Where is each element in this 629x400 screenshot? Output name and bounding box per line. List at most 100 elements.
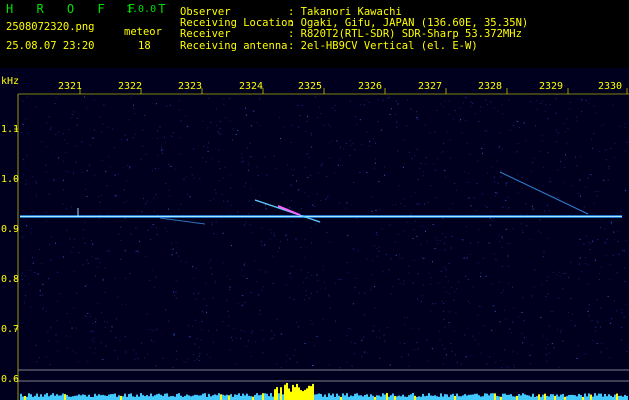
power-bar [46, 393, 48, 400]
noise-dot [439, 330, 441, 332]
noise-dot [329, 241, 331, 243]
noise-dot [275, 167, 277, 169]
noise-dot [372, 260, 374, 262]
power-bar [290, 391, 292, 400]
noise-dot [102, 123, 104, 125]
noise-dot [114, 174, 116, 176]
noise-dot [411, 158, 413, 160]
noise-dot [490, 102, 492, 103]
noise-dot [45, 164, 47, 166]
noise-dot [340, 278, 342, 280]
power-bar [120, 395, 122, 400]
noise-dot [104, 267, 106, 269]
power-bar [390, 395, 392, 400]
noise-dot [361, 339, 363, 341]
noise-dot [501, 206, 503, 208]
noise-dot [115, 337, 117, 338]
noise-dot [349, 139, 351, 141]
power-bar [356, 393, 358, 400]
noise-dot [252, 330, 253, 332]
noise-dot [97, 258, 99, 260]
noise-dot [350, 341, 352, 343]
noise-dot [556, 197, 558, 199]
noise-dot [487, 172, 489, 174]
noise-dot [161, 149, 163, 151]
noise-dot [610, 322, 612, 324]
noise-dot [216, 125, 218, 127]
noise-dot [244, 223, 246, 225]
noise-dot [116, 195, 118, 197]
noise-dot [71, 206, 73, 208]
noise-dot [45, 356, 47, 358]
noise-dot [504, 309, 505, 311]
noise-dot [300, 269, 302, 271]
noise-dot [501, 292, 503, 294]
noise-dot [379, 337, 381, 339]
noise-dot [513, 307, 515, 309]
noise-dot [548, 181, 550, 183]
noise-dot [354, 149, 356, 151]
noise-dot [26, 225, 28, 227]
noise-dot [522, 342, 524, 344]
noise-dot [91, 339, 93, 341]
noise-dot [244, 301, 246, 303]
noise-dot [65, 335, 67, 337]
power-bar [148, 396, 150, 400]
noise-dot [35, 193, 37, 195]
power-bar [442, 396, 444, 400]
meteor-label: meteor [124, 26, 162, 38]
noise-dot [89, 164, 90, 166]
noise-dot [564, 167, 566, 168]
noise-dot [291, 124, 293, 126]
noise-dot [290, 185, 292, 187]
noise-dot [104, 292, 106, 293]
noise-dot [363, 104, 365, 106]
noise-dot [135, 227, 137, 229]
noise-dot [280, 366, 282, 368]
noise-dot [513, 364, 515, 366]
noise-dot [251, 232, 253, 234]
noise-dot [145, 153, 147, 155]
noise-dot [339, 158, 340, 160]
noise-dot [456, 362, 458, 364]
noise-dot [73, 172, 74, 174]
noise-dot [558, 367, 560, 369]
power-bar [256, 393, 258, 400]
noise-dot [308, 195, 310, 197]
noise-dot [245, 107, 246, 109]
noise-dot [434, 131, 436, 133]
noise-dot [585, 257, 587, 259]
noise-dot [85, 315, 87, 317]
power-bar [282, 394, 284, 400]
noise-dot [36, 195, 37, 197]
noise-dot [62, 203, 64, 205]
noise-dot [86, 196, 88, 197]
power-bar [234, 394, 236, 400]
noise-dot [261, 289, 263, 291]
power-bar [342, 393, 344, 400]
noise-dot [326, 176, 328, 177]
noise-dot [479, 110, 481, 112]
noise-dot [189, 196, 191, 198]
antenna-label: Receiving antenna [180, 40, 288, 52]
power-bar [576, 396, 578, 400]
receiver-value: : R820T2(RTL-SDR) SDR-Sharp 53.372MHz [288, 28, 522, 40]
noise-dot [198, 360, 200, 361]
noise-dot [494, 195, 496, 197]
noise-dot [297, 105, 299, 107]
noise-dot [451, 351, 453, 353]
noise-dot [623, 250, 625, 252]
noise-dot [535, 125, 536, 127]
noise-dot [290, 142, 292, 143]
noise-dot [155, 227, 157, 229]
noise-dot [183, 178, 185, 180]
noise-dot [504, 349, 506, 351]
power-bar [436, 396, 438, 400]
noise-dot [366, 172, 368, 174]
power-bar [338, 395, 340, 400]
noise-dot [309, 174, 311, 176]
power-bar [98, 394, 100, 400]
power-bar [470, 394, 472, 400]
noise-dot [57, 271, 59, 273]
power-bar [536, 396, 538, 400]
